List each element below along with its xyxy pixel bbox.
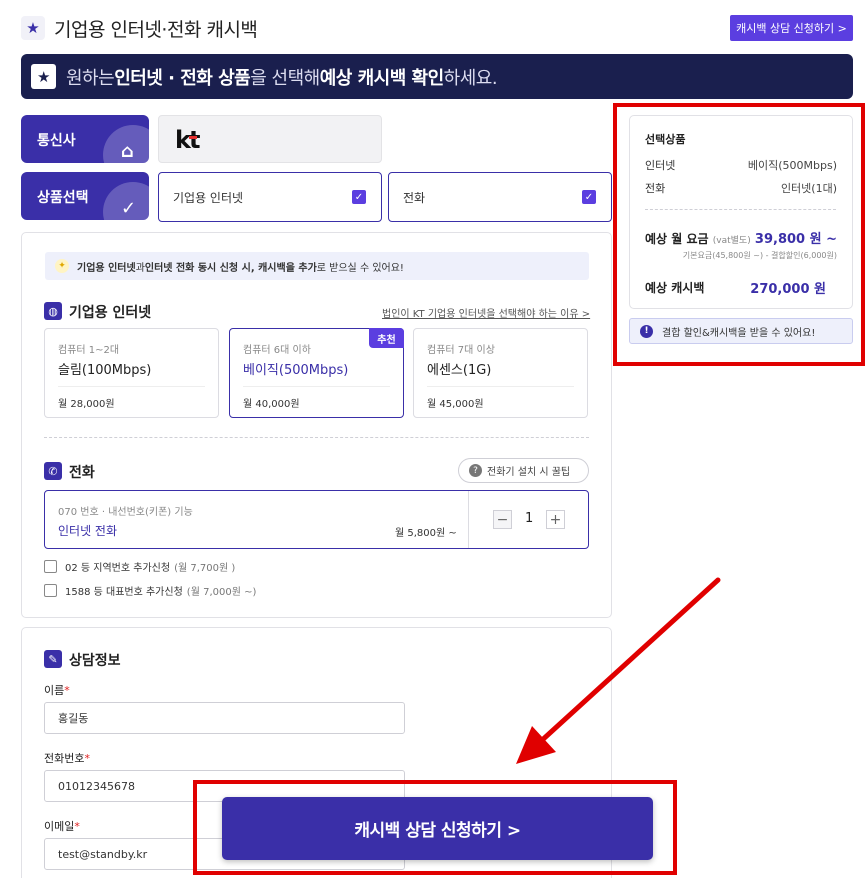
annotation-arrow-icon [516,577,721,764]
